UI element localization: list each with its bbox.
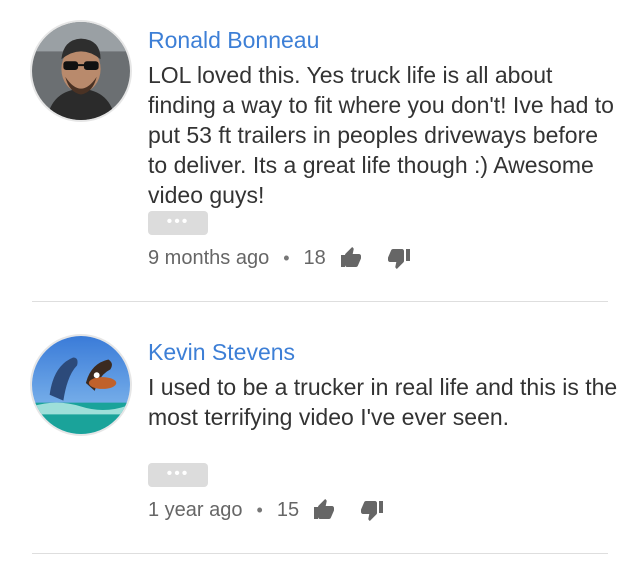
comment-author[interactable]: Kevin Stevens <box>148 338 295 366</box>
dislike-button[interactable] <box>384 244 414 272</box>
more-button[interactable]: ••• <box>148 211 208 235</box>
comment-meta: 9 months ago • 18 <box>148 244 414 272</box>
comment-timestamp: 1 year ago <box>148 498 243 521</box>
like-button[interactable] <box>309 496 339 524</box>
thumbs-down-icon <box>387 249 410 269</box>
more-button[interactable]: ••• <box>148 463 208 487</box>
thumbs-down-icon <box>361 501 384 521</box>
comment-text: I used to be a trucker in real life and … <box>148 374 618 430</box>
avatar[interactable] <box>32 22 130 120</box>
thumbs-up-icon <box>314 499 335 519</box>
avatar-photo-man-sunglasses <box>32 22 130 120</box>
meta-separator: • <box>256 499 263 520</box>
like-button[interactable] <box>336 244 366 272</box>
comment-divider <box>32 553 608 554</box>
comment-text: LOL loved this. Yes truck life is all ab… <box>148 62 614 208</box>
comment-author[interactable]: Ronald Bonneau <box>148 26 319 54</box>
avatar[interactable] <box>32 336 130 434</box>
thumbs-up-icon <box>340 247 361 267</box>
like-count: 18 <box>303 246 326 269</box>
avatar-photo-dolphins <box>32 336 130 434</box>
comment-meta: 1 year ago • 15 <box>148 496 387 524</box>
dislike-button[interactable] <box>357 496 387 524</box>
meta-separator: • <box>283 247 290 268</box>
like-count: 15 <box>276 498 300 521</box>
comment-timestamp: 9 months ago <box>148 246 270 269</box>
comment-divider <box>32 301 608 302</box>
